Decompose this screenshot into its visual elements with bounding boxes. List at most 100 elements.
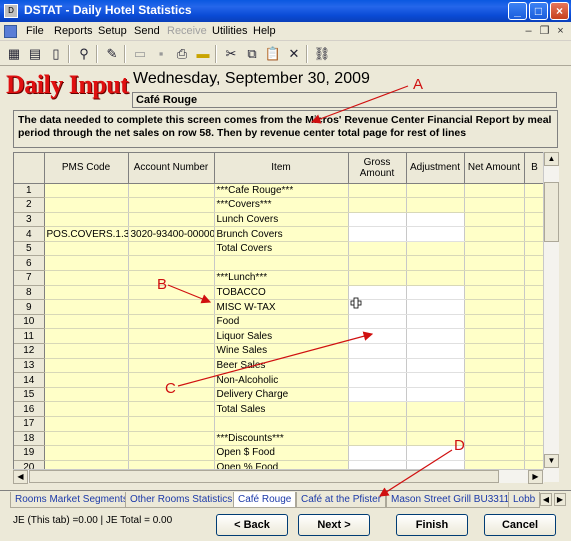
gross-amount-cell[interactable] (348, 285, 407, 301)
row-number[interactable]: 11 (14, 328, 45, 345)
adjustment-cell[interactable] (406, 226, 465, 242)
tab-cafe-rouge[interactable]: Café Rouge (233, 492, 297, 508)
pms-code-cell[interactable] (44, 387, 129, 403)
mdi-minimize-icon[interactable]: – (522, 25, 535, 38)
gross-amount-cell[interactable] (348, 226, 407, 242)
account-number-cell[interactable] (128, 299, 215, 315)
pms-code-cell[interactable] (44, 183, 129, 199)
pencil-icon[interactable]: ▬ (193, 44, 213, 64)
adjustment-cell[interactable] (406, 299, 465, 315)
gross-amount-cell[interactable] (348, 372, 407, 388)
account-number-cell[interactable] (128, 314, 215, 330)
finish-button[interactable]: Finish (396, 514, 468, 536)
row-number[interactable]: 7 (14, 270, 45, 286)
pms-code-cell[interactable] (44, 328, 129, 345)
adjustment-cell[interactable] (406, 343, 465, 359)
mdi-restore-icon[interactable]: ❐ (538, 25, 551, 38)
account-number-cell[interactable] (128, 431, 215, 447)
pms-code-cell[interactable] (44, 358, 129, 374)
row-number[interactable]: 4 (14, 226, 45, 242)
col-account-number[interactable]: Account Number (128, 153, 215, 184)
menu-reports[interactable]: Reports (54, 25, 93, 37)
menu-send[interactable]: Send (134, 25, 160, 37)
col-gross-amount[interactable]: Gross Amount (348, 153, 407, 184)
col-net-amount[interactable]: Net Amount (464, 153, 525, 184)
row-number[interactable]: 12 (14, 343, 45, 359)
menu-file[interactable]: File (26, 25, 44, 37)
row-number[interactable]: 5 (14, 241, 45, 257)
row-number[interactable]: 10 (14, 314, 45, 330)
vertical-scrollbar[interactable]: ▲ ▼ (543, 152, 559, 482)
pms-code-cell[interactable] (44, 416, 129, 432)
gross-amount-cell[interactable] (348, 358, 407, 374)
app-icon[interactable]: D (4, 4, 18, 18)
col-adjustment[interactable]: Adjustment (406, 153, 465, 184)
menu-utilities[interactable]: Utilities (212, 25, 247, 37)
col-pms-code[interactable]: PMS Code (44, 153, 129, 184)
pms-code-cell[interactable] (44, 255, 129, 272)
gross-amount-cell[interactable] (348, 387, 407, 403)
adjustment-cell[interactable] (406, 212, 465, 228)
account-number-cell[interactable] (128, 328, 215, 345)
scroll-up-icon[interactable]: ▲ (544, 152, 559, 166)
pms-code-cell[interactable] (44, 445, 129, 461)
tab-rooms-market-segments[interactable]: Rooms Market Segments (10, 492, 133, 508)
adjustment-cell[interactable] (406, 314, 465, 330)
horizontal-scrollbar[interactable]: ◀ ▶ (13, 469, 544, 484)
close-button[interactable]: × (550, 2, 569, 20)
pms-code-cell[interactable] (44, 431, 129, 447)
table-icon[interactable]: ▤ (25, 44, 45, 64)
pms-code-cell[interactable] (44, 285, 129, 301)
account-number-cell[interactable] (128, 183, 215, 199)
row-number[interactable]: 18 (14, 431, 45, 447)
scroll-left-icon[interactable]: ◀ (13, 470, 28, 484)
row-number[interactable]: 14 (14, 372, 45, 388)
pms-code-cell[interactable] (44, 270, 129, 286)
adjustment-cell[interactable] (406, 328, 465, 345)
adjustment-cell[interactable] (406, 358, 465, 374)
tab-next-icon[interactable]: ▶ (554, 493, 566, 506)
account-number-cell[interactable] (128, 255, 215, 272)
account-number-cell[interactable] (128, 270, 215, 286)
gross-amount-cell[interactable] (348, 328, 407, 345)
pms-code-cell[interactable]: POS.COVERS.1.3 (44, 226, 129, 242)
row-number[interactable]: 1 (14, 183, 45, 199)
col-b[interactable]: B (524, 153, 543, 184)
account-number-cell[interactable] (128, 343, 215, 359)
account-number-cell[interactable] (128, 212, 215, 228)
account-number-cell[interactable] (128, 241, 215, 257)
adjustment-cell[interactable] (406, 372, 465, 388)
col-item[interactable]: Item (214, 153, 349, 184)
gross-amount-cell[interactable] (348, 212, 407, 228)
close-x-icon[interactable]: ✕ (284, 44, 304, 64)
pms-code-cell[interactable] (44, 197, 129, 213)
print-icon[interactable]: ⎙ (172, 44, 192, 64)
menu-help[interactable]: Help (253, 25, 276, 37)
account-number-cell[interactable]: 3020-93400-00000 (128, 226, 215, 242)
mdi-close-icon[interactable]: × (554, 25, 567, 38)
pms-code-cell[interactable] (44, 343, 129, 359)
copy-icon[interactable]: ⧉ (242, 44, 262, 64)
new-page-icon[interactable]: ▯ (46, 44, 66, 64)
adjustment-cell[interactable] (406, 387, 465, 403)
adjustment-cell[interactable] (406, 285, 465, 301)
grid-icon[interactable]: ▦ (4, 44, 24, 64)
edit-icon[interactable]: ✎ (102, 44, 122, 64)
document-icon[interactable] (4, 25, 17, 38)
row-number[interactable]: 13 (14, 358, 45, 374)
menu-setup[interactable]: Setup (98, 25, 127, 37)
tab-mason-street-grill[interactable]: Mason Street Grill BU3311 (386, 492, 515, 508)
next-button[interactable]: Next > (298, 514, 370, 536)
gross-amount-cell[interactable] (348, 314, 407, 330)
cut-icon[interactable]: ✂ (221, 44, 241, 64)
back-button[interactable]: < Back (216, 514, 288, 536)
row-number[interactable]: 8 (14, 285, 45, 301)
gross-amount-cell[interactable] (348, 299, 407, 315)
row-number[interactable]: 2 (14, 197, 45, 213)
network-icon[interactable]: ⛓ (312, 44, 332, 64)
pms-code-cell[interactable] (44, 372, 129, 388)
account-number-cell[interactable] (128, 401, 215, 417)
tab-other-rooms-statistics[interactable]: Other Rooms Statistics (125, 492, 238, 508)
pms-code-cell[interactable] (44, 299, 129, 315)
pms-code-cell[interactable] (44, 314, 129, 330)
